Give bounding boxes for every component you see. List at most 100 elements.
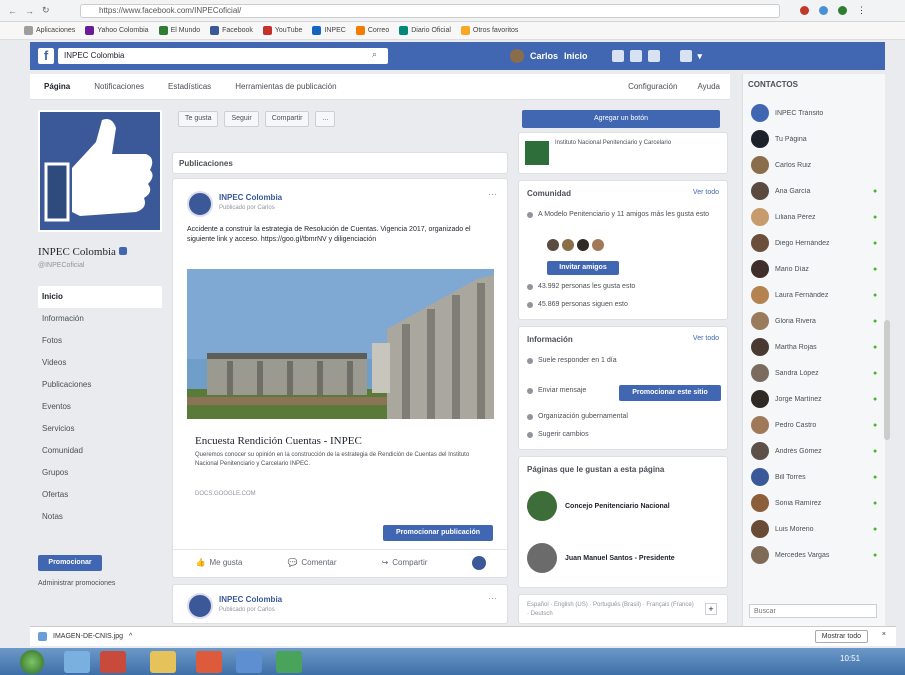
help-icon[interactable] [679, 50, 692, 62]
ie-icon[interactable] [64, 651, 90, 673]
search-icon[interactable]: ⌕ [372, 49, 377, 60]
add-button-button[interactable]: Agregar un botón [522, 110, 720, 128]
search-input[interactable]: INPEC Colombia [58, 48, 388, 64]
promote-site-button[interactable]: Promocionar este sitio [619, 385, 721, 401]
avatar[interactable] [187, 593, 213, 619]
post-author[interactable]: INPEC Colombia [219, 193, 282, 202]
chat-contact[interactable]: Tu Página [743, 126, 885, 152]
liked-page-item[interactable]: Juan Manuel Santos - Presidente [527, 543, 675, 573]
more-options-icon[interactable]: ··· [488, 189, 497, 199]
avatar[interactable] [577, 239, 589, 251]
chat-contact[interactable]: Jorge Martínez ● [743, 386, 885, 412]
post-image[interactable] [187, 269, 494, 419]
about-see-all[interactable]: Ver todo [693, 335, 719, 342]
page-profile-picture[interactable] [38, 110, 162, 232]
chat-contact[interactable]: Carlos Ruiz [743, 152, 885, 178]
chat-contact[interactable]: Luis Moreno ● [743, 516, 885, 542]
more-button[interactable]: ... [315, 111, 336, 127]
chevron-up-icon[interactable]: ^ [129, 633, 132, 640]
tab-publishing-tools[interactable]: Herramientas de publicación [235, 82, 336, 91]
add-language-icon[interactable]: + [705, 603, 717, 615]
chat-contact[interactable]: Gloria Rivera ● [743, 308, 885, 334]
page-nav-item[interactable]: Comunidad [38, 440, 162, 462]
chat-contact[interactable]: INPEC Tránsito [743, 100, 885, 126]
tab-page[interactable]: Página [44, 82, 70, 91]
home-link[interactable]: Inicio [564, 51, 588, 61]
bookmark-item[interactable]: Aplicaciones [24, 26, 75, 35]
page-nav-item[interactable]: Publicaciones [38, 374, 162, 396]
share-button[interactable]: ↪ Compartir [382, 558, 428, 567]
invite-friends-button[interactable]: Invitar amigos [547, 261, 619, 275]
avatar[interactable] [547, 239, 559, 251]
address-bar[interactable]: https://www.facebook.com/INPECoficial/ [80, 4, 780, 18]
start-button-icon[interactable] [20, 650, 44, 674]
share-page-button[interactable]: Compartir [264, 111, 310, 127]
chat-contact[interactable]: Sandra López ● [743, 360, 885, 386]
notifications-icon[interactable] [647, 50, 660, 62]
manage-promotions-link[interactable]: Administrar promociones [38, 580, 115, 587]
page-nav-item[interactable]: Fotos [38, 330, 162, 352]
follow-page-button[interactable]: Seguir [224, 111, 259, 127]
avatar[interactable] [187, 191, 213, 217]
post-author[interactable]: INPEC Colombia [219, 595, 282, 604]
chat-contact[interactable]: Diego Hernández ● [743, 230, 885, 256]
bookmark-item[interactable]: Otros favoritos [460, 26, 518, 35]
page-nav-item[interactable]: Ofertas [38, 484, 162, 506]
chat-contact[interactable]: Bill Torres ● [743, 464, 885, 490]
reload-icon[interactable]: ↻ [42, 5, 50, 16]
bookmark-item[interactable]: Yahoo Colombia [85, 26, 149, 35]
close-icon[interactable]: × [882, 631, 886, 638]
chat-contact[interactable]: Mario Díaz ● [743, 256, 885, 282]
word-icon[interactable] [236, 651, 262, 673]
chat-contact[interactable]: Martha Rojas ● [743, 334, 885, 360]
extension-icon[interactable] [819, 6, 828, 15]
messages-icon[interactable] [629, 50, 642, 62]
chat-search-input[interactable] [749, 604, 877, 618]
show-all-downloads[interactable]: Mostrar todo [814, 630, 868, 643]
bookmark-item[interactable]: Facebook [210, 26, 253, 35]
chevron-down-icon[interactable]: ▾ [698, 51, 703, 62]
comment-button[interactable]: 💬 Comentar [287, 558, 336, 567]
page-nav-item[interactable]: Inicio [38, 286, 162, 308]
like-page-button[interactable]: Te gusta [178, 111, 219, 127]
page-nav-item[interactable]: Información [38, 308, 162, 330]
tab-notifications[interactable]: Notificaciones [94, 82, 144, 91]
more-options-icon[interactable]: ··· [488, 593, 497, 603]
community-see-all[interactable]: Ver todo [693, 189, 719, 196]
chat-contact[interactable]: Liliana Pérez ● [743, 204, 885, 230]
avatar[interactable] [562, 239, 574, 251]
bookmark-item[interactable]: INPEC [312, 26, 346, 35]
chrome-icon[interactable] [196, 651, 222, 673]
scrollbar[interactable] [884, 320, 890, 440]
page-nav-item[interactable]: Notas [38, 506, 162, 528]
page-handle[interactable]: @INPECoficial [38, 262, 84, 269]
page-nav-item[interactable]: Grupos [38, 462, 162, 484]
folder-icon[interactable] [150, 651, 176, 673]
chat-contact[interactable]: Andrés Gómez ● [743, 438, 885, 464]
back-icon[interactable]: ← [8, 6, 17, 16]
page-nav-item[interactable]: Servicios [38, 418, 162, 440]
tab-settings[interactable]: Configuración [628, 82, 677, 91]
forward-icon[interactable]: → [25, 6, 34, 16]
promote-button[interactable]: Promocionar [38, 555, 102, 571]
chat-contact[interactable]: Laura Fernández ● [743, 282, 885, 308]
bookmark-item[interactable]: Correo [355, 26, 389, 35]
bookmark-item[interactable]: El Mundo [158, 26, 200, 35]
media-icon[interactable] [100, 651, 126, 673]
page-nav-item[interactable]: Eventos [38, 396, 162, 418]
excel-icon[interactable] [276, 651, 302, 673]
bookmark-item[interactable]: Diario Oficial [399, 26, 451, 35]
chat-contact[interactable]: Ana García ● [743, 178, 885, 204]
about-line[interactable]: Sugerir cambios [527, 431, 589, 438]
user-name[interactable]: Carlos [530, 51, 558, 61]
download-file[interactable]: IMAGEN-DE-CNIS.jpg [53, 633, 123, 640]
chat-contact[interactable]: Mercedes Vargas ● [743, 542, 885, 568]
liked-page-item[interactable]: Concejo Penitenciario Nacional [527, 491, 670, 521]
post-as-avatar[interactable] [472, 555, 487, 570]
page-nav-item[interactable]: Videos [38, 352, 162, 374]
like-button[interactable]: 👍 Me gusta [196, 558, 243, 567]
ad-thumbnail[interactable] [525, 141, 549, 165]
menu-icon[interactable]: ⋮ [857, 5, 866, 16]
language-links[interactable]: Español · English (US) · Português (Bras… [527, 601, 697, 619]
boost-post-button[interactable]: Promocionar publicación [383, 525, 493, 541]
